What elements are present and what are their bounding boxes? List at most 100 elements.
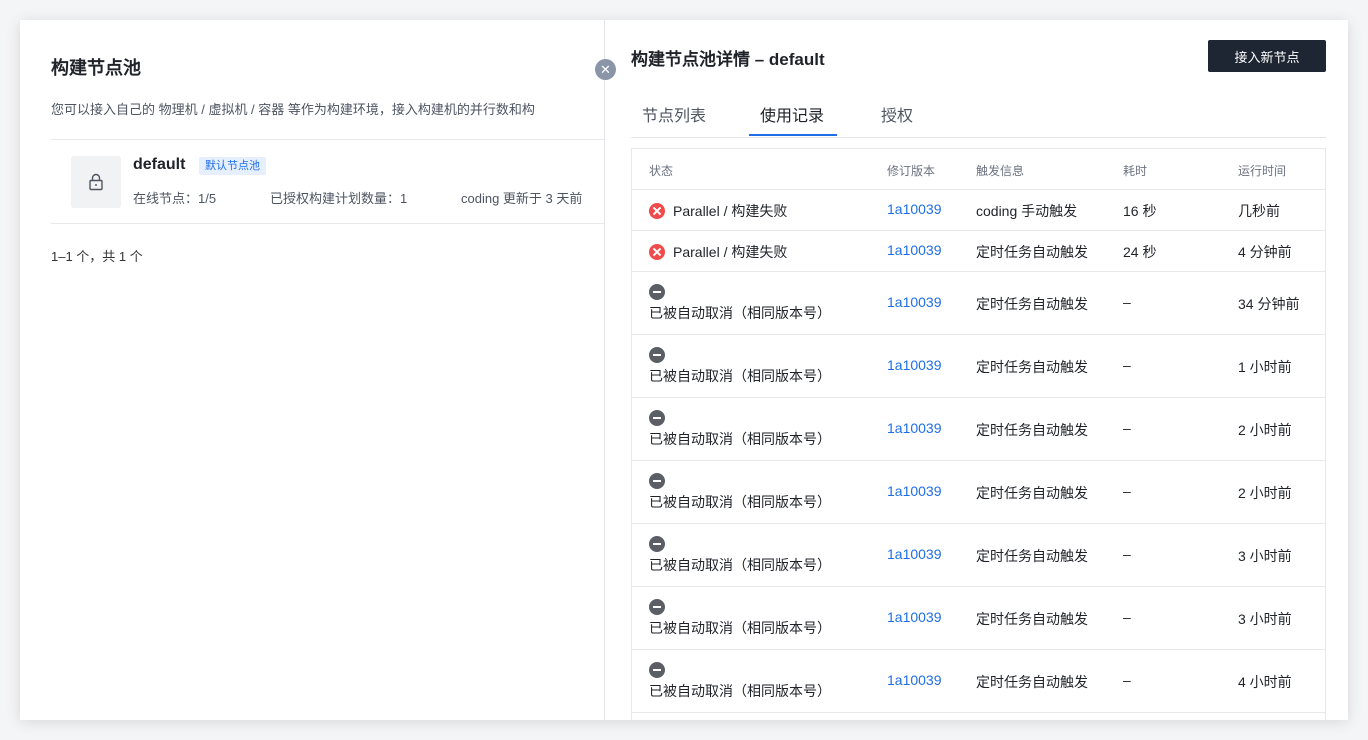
error-circle-icon — [649, 203, 665, 219]
status-text: 已被自动取消（相同版本号） — [649, 431, 831, 447]
minus-circle-icon — [649, 284, 665, 300]
status-text: 已被自动取消（相同版本号） — [649, 305, 831, 321]
duration: 16 秒 — [1123, 203, 1157, 219]
revision-link[interactable]: 1a10039 — [887, 294, 942, 310]
status-text: 已被自动取消（相同版本号） — [649, 557, 831, 573]
revision-link[interactable]: 1a10039 — [887, 483, 942, 499]
minus-circle-icon — [649, 410, 665, 426]
revision-link[interactable]: 1a10039 — [887, 420, 942, 436]
run-time: 2 小时前 — [1238, 485, 1292, 501]
status-cell: 已被自动取消（相同版本号） — [649, 660, 849, 702]
status-cell: 已被自动取消（相同版本号） — [649, 534, 849, 576]
page-title: 构建节点池 — [51, 58, 141, 78]
duration: – — [1123, 420, 1131, 436]
minus-circle-icon — [649, 473, 665, 489]
table-row[interactable]: Parallel / 构建失败 1a10039 定时任务自动触发 24 秒 4 分钟前 — [632, 231, 1325, 272]
duration: – — [1123, 672, 1131, 688]
tab-authorization[interactable]: 授权 — [881, 102, 913, 126]
minus-circle-icon — [649, 662, 665, 678]
revision-link[interactable]: 1a10039 — [887, 357, 942, 373]
table-row[interactable]: 已被自动取消（相同版本号） 1a10039 定时任务自动触发 – 34 分钟前 — [632, 272, 1325, 335]
usage-records-table: 状态 修订版本 触发信息 耗时 运行时间 Parallel / 构建失败 1a10… — [631, 148, 1326, 720]
table-row[interactable]: 已被自动取消（相同版本号） 1a10039 定时任务自动触发 – 2 小时前 — [632, 398, 1325, 461]
page-description: 您可以接入自己的 物理机 / 虚拟机 / 容器 等作为构建环境，接入构建机的并行… — [51, 102, 535, 117]
updated-info: coding 更新于 3 天前 — [461, 191, 583, 206]
column-header-trigger: 触发信息 — [976, 164, 1025, 178]
column-header-status: 状态 — [649, 164, 674, 178]
duration: – — [1123, 546, 1131, 562]
duration: – — [1123, 294, 1131, 310]
table-row[interactable]: 已被自动取消（相同版本号） 1a10039 定时任务自动触发 – 3 小时前 — [632, 524, 1325, 587]
column-header-duration: 耗时 — [1123, 164, 1148, 178]
minus-circle-icon — [649, 536, 665, 552]
default-pool-badge: 默认节点池 — [199, 157, 266, 175]
trigger-info: 定时任务自动触发 — [976, 485, 1088, 501]
table-header: 状态 修订版本 触发信息 耗时 运行时间 — [632, 149, 1325, 190]
trigger-info: 定时任务自动触发 — [976, 359, 1088, 375]
status-cell: 已被自动取消（相同版本号） — [649, 408, 849, 450]
minus-circle-icon — [649, 347, 665, 363]
status-cell: 已被自动取消（相同版本号） — [649, 471, 849, 513]
authorized-plans-count: 已授权构建计划数量：1 — [270, 191, 408, 206]
app-window: 构建节点池 您可以接入自己的 物理机 / 虚拟机 / 容器 等作为构建环境，接入… — [20, 20, 1348, 720]
duration: – — [1123, 357, 1131, 373]
status-cell: 已被自动取消（相同版本号） — [649, 282, 849, 324]
node-pool-page: 构建节点池 您可以接入自己的 物理机 / 虚拟机 / 容器 等作为构建环境，接入… — [20, 20, 605, 720]
column-header-revision: 修订版本 — [887, 164, 936, 178]
run-time: 4 分钟前 — [1238, 244, 1292, 260]
duration: 24 秒 — [1123, 244, 1157, 260]
error-circle-icon — [649, 244, 665, 260]
duration: – — [1123, 483, 1131, 499]
table-row[interactable]: 已被自动取消（相同版本号） 1a10039 定时任务自动触发 – 4 小时前 — [632, 650, 1325, 713]
add-node-button[interactable]: 接入新节点 — [1208, 40, 1326, 72]
divider — [51, 223, 605, 224]
trigger-info: coding 手动触发 — [976, 203, 1078, 219]
status-cell: 已被自动取消（相同版本号） — [649, 345, 849, 387]
tab-usage-records[interactable]: 使用记录 — [760, 102, 824, 126]
status-text: Parallel / 构建失败 — [673, 203, 788, 219]
revision-link[interactable]: 1a10039 — [887, 201, 942, 217]
duration: – — [1123, 609, 1131, 625]
run-time: 3 小时前 — [1238, 611, 1292, 627]
lock-icon — [89, 173, 103, 191]
tab-node-list[interactable]: 节点列表 — [642, 102, 706, 126]
revision-link[interactable]: 1a10039 — [887, 242, 942, 258]
pagination-summary: 1–1 个，共 1 个 — [51, 249, 143, 264]
run-time: 3 小时前 — [1238, 548, 1292, 564]
status-cell: Parallel / 构建失败 — [649, 201, 787, 221]
status-text: 已被自动取消（相同版本号） — [649, 368, 831, 384]
close-icon: ✕ — [600, 61, 611, 77]
run-time: 几秒前 — [1238, 203, 1280, 219]
pool-icon-box — [71, 156, 121, 208]
status-text: 已被自动取消（相同版本号） — [649, 494, 831, 510]
pool-name[interactable]: default — [133, 156, 185, 174]
status-cell: Parallel / 构建失败 — [649, 242, 787, 262]
status-text: 已被自动取消（相同版本号） — [649, 620, 831, 636]
trigger-info: 定时任务自动触发 — [976, 244, 1088, 260]
column-header-run-time: 运行时间 — [1238, 164, 1287, 178]
pool-detail-drawer: 构建节点池详情 – default 接入新节点 节点列表 使用记录 授权 状态 … — [604, 20, 1348, 720]
run-time: 4 小时前 — [1238, 674, 1292, 690]
revision-link[interactable]: 1a10039 — [887, 546, 942, 562]
trigger-info: 定时任务自动触发 — [976, 611, 1088, 627]
table-body: Parallel / 构建失败 1a10039 coding 手动触发 16 秒 几秒前… — [632, 190, 1325, 713]
divider — [51, 139, 605, 140]
table-row[interactable]: 已被自动取消（相同版本号） 1a10039 定时任务自动触发 – 3 小时前 — [632, 587, 1325, 650]
drawer-title: 构建节点池详情 – default — [631, 50, 825, 69]
revision-link[interactable]: 1a10039 — [887, 609, 942, 625]
active-tab-indicator — [749, 134, 837, 136]
run-time: 34 分钟前 — [1238, 296, 1300, 312]
minus-circle-icon — [649, 599, 665, 615]
node-pool-card[interactable]: default 默认节点池 在线节点：1/5 已授权构建计划数量：1 codin… — [71, 156, 605, 210]
online-nodes: 在线节点：1/5 — [133, 191, 217, 206]
trigger-info: 定时任务自动触发 — [976, 296, 1088, 312]
table-row[interactable]: 已被自动取消（相同版本号） 1a10039 定时任务自动触发 – 2 小时前 — [632, 461, 1325, 524]
table-row[interactable]: 已被自动取消（相同版本号） 1a10039 定时任务自动触发 – 1 小时前 — [632, 335, 1325, 398]
trigger-info: 定时任务自动触发 — [976, 548, 1088, 564]
tab-bar: 节点列表 使用记录 授权 — [631, 92, 1326, 138]
status-text: Parallel / 构建失败 — [673, 244, 788, 260]
status-text: 已被自动取消（相同版本号） — [649, 683, 831, 699]
revision-link[interactable]: 1a10039 — [887, 672, 942, 688]
close-drawer-button[interactable]: ✕ — [595, 59, 616, 80]
table-row[interactable]: Parallel / 构建失败 1a10039 coding 手动触发 16 秒 几秒前 — [632, 190, 1325, 231]
